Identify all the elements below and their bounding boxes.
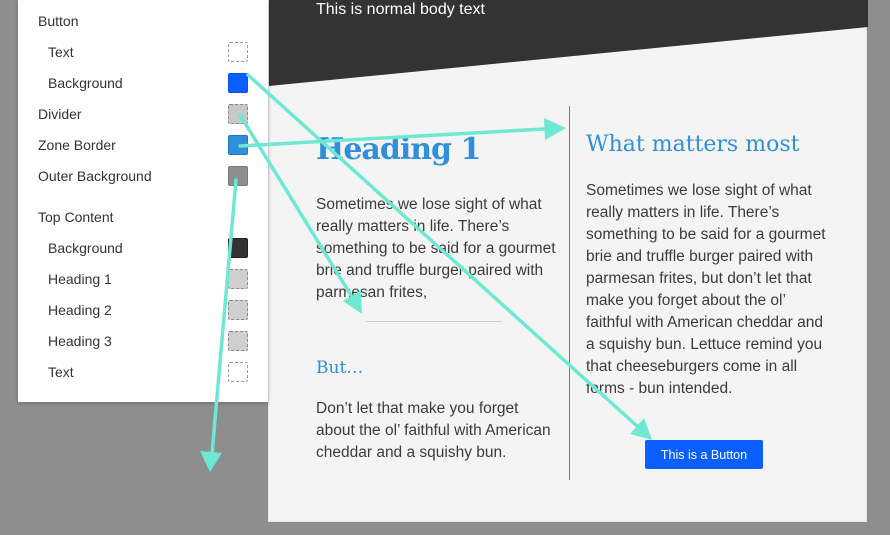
zone-border-line (569, 106, 570, 480)
setting-label: Heading 2 (48, 301, 112, 318)
setting-label: Divider (38, 105, 82, 122)
color-swatch-heading-3[interactable] (228, 330, 248, 351)
color-swatch-heading-1[interactable] (228, 268, 248, 289)
preview-canvas: This is normal body text Heading 1 Somet… (268, 0, 868, 522)
color-swatch-outer-background[interactable] (228, 165, 248, 186)
body-text-sample: This is normal body text (316, 1, 485, 18)
color-settings-panel: Button Text Background Divider Zone Bord… (18, 0, 268, 402)
color-swatch-button-text[interactable] (228, 41, 248, 62)
sample-button[interactable]: This is a Button (645, 440, 763, 469)
setting-group-label: Top Content (38, 208, 114, 225)
color-swatch-heading-2[interactable] (228, 299, 248, 320)
preview-heading-1: Heading 1 (316, 132, 481, 167)
setting-label: Text (48, 363, 74, 380)
setting-group-button: Button (18, 5, 268, 36)
setting-label: Background (48, 74, 123, 91)
preview-heading-3: But… (316, 358, 364, 378)
color-swatch-zone-border[interactable] (228, 134, 248, 155)
setting-row-top-text: Text (18, 356, 268, 387)
setting-label: Heading 3 (48, 332, 112, 349)
color-swatch-divider[interactable] (228, 103, 248, 124)
color-swatch-top-text[interactable] (228, 361, 248, 382)
setting-label: Zone Border (38, 136, 116, 153)
setting-row-heading-3: Heading 3 (18, 325, 268, 356)
setting-row-button-background: Background (18, 67, 268, 98)
preview-heading-2: What matters most (586, 132, 800, 157)
color-swatch-button-background[interactable] (228, 72, 248, 93)
setting-row-zone-border: Zone Border (18, 129, 268, 160)
setting-row-top-background: Background (18, 232, 268, 263)
setting-row-button-text: Text (18, 36, 268, 67)
color-swatch-top-background[interactable] (228, 237, 248, 258)
setting-label: Heading 1 (48, 270, 112, 287)
setting-group-label: Button (38, 12, 79, 29)
right-paragraph: Sometimes we lose sight of what really m… (586, 182, 826, 397)
setting-row-heading-2: Heading 2 (18, 294, 268, 325)
setting-row-divider: Divider (18, 98, 268, 129)
left-paragraph-1: Sometimes we lose sight of what really m… (316, 196, 556, 301)
setting-label: Background (48, 239, 123, 256)
setting-row-outer-background: Outer Background (18, 160, 268, 191)
setting-row-heading-1: Heading 1 (18, 263, 268, 294)
divider-line (366, 321, 502, 322)
setting-group-top-content: Top Content (18, 201, 268, 232)
setting-label: Text (48, 43, 74, 60)
left-paragraph-2: Don’t let that make you forget about the… (316, 400, 551, 461)
setting-label: Outer Background (38, 167, 152, 184)
